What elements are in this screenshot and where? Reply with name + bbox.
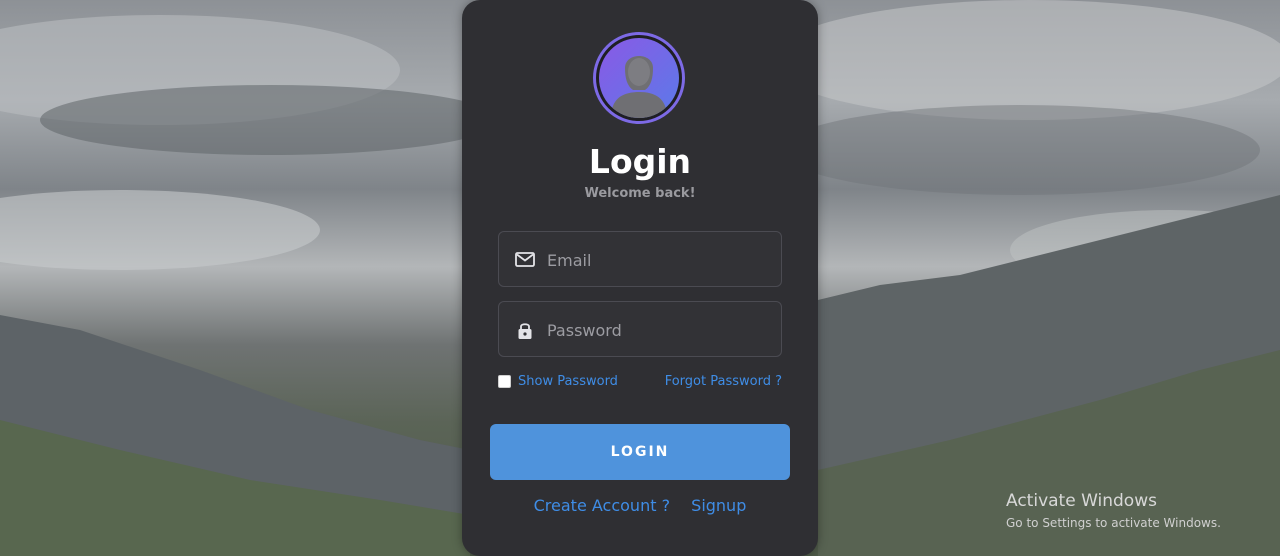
user-avatar-icon <box>599 38 679 118</box>
email-field[interactable] <box>498 231 782 288</box>
login-button[interactable]: LOGIN <box>490 424 790 480</box>
page-title: Login <box>588 142 692 181</box>
activate-windows-subtitle: Go to Settings to activate Windows. <box>1006 516 1221 530</box>
show-password-label[interactable]: Show Password <box>518 374 618 389</box>
signup-link[interactable]: Signup <box>691 496 746 515</box>
forgot-password-link[interactable]: Forgot Password ? <box>665 374 782 389</box>
email-input[interactable] <box>545 232 774 288</box>
activate-windows-title: Activate Windows <box>1006 491 1157 511</box>
account-links: Create Account ? Signup <box>462 496 818 515</box>
password-field[interactable] <box>498 301 782 358</box>
password-input[interactable] <box>545 302 774 358</box>
mail-icon <box>515 250 535 270</box>
password-options-row: Show Password Forgot Password ? <box>498 372 782 392</box>
avatar <box>593 32 685 124</box>
page-subtitle: Welcome back! <box>584 186 696 201</box>
lock-icon <box>515 320 535 340</box>
show-password-checkbox[interactable] <box>498 375 511 388</box>
create-account-link[interactable]: Create Account ? <box>534 496 670 515</box>
